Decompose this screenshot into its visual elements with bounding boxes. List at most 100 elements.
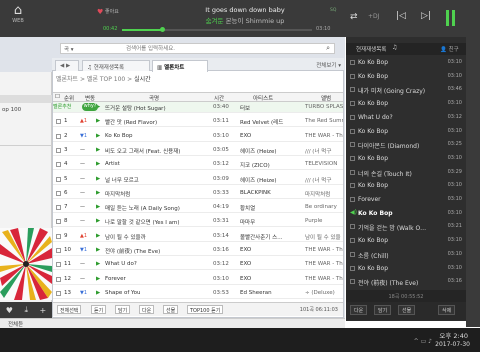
playlist-item[interactable]: Forever 03:10 [346,194,466,206]
play-icon[interactable]: ▶ [96,118,104,124]
play-icon[interactable]: ▶ [96,161,104,167]
playlist-item[interactable]: Ko Ko Bop 03:10 [346,98,466,110]
table-row[interactable]: 3 — ▶ 비도 오고 그래서 (Feat. 신용재) 03:05 헤이즈 (Heize)… [53,145,343,156]
playlist-item[interactable]: Ko Ko Bop 03:10 [346,180,466,192]
row-checkbox[interactable] [56,162,61,168]
row-artist[interactable]: 마마무 [240,218,302,226]
playlist-item-checkbox[interactable] [350,101,355,107]
playlist-item[interactable]: 내가 미쳐 (Going Crazy) 03:46 [346,84,466,96]
playlist-item-checkbox[interactable] [350,279,355,285]
full-view-button[interactable]: 전체보기 ▾ [316,61,341,69]
table-row[interactable]: 1 ▲1 ▶ 빨간 맛 (Red Flavor) 03:11 Red Velvet (레드… [53,116,343,128]
play-icon[interactable]: ▶ [96,261,104,267]
row-title[interactable]: 남이 될 수 있을까 [105,233,203,241]
tab-nav-arrows[interactable]: ◀ ▶ [55,60,79,71]
row-title[interactable]: Forever [105,276,203,282]
heart-icon[interactable]: ♥ [6,306,13,315]
row-checkbox[interactable] [56,262,61,268]
playlist-item-checkbox[interactable] [350,224,355,230]
row-album[interactable]: 마지막처럼 [305,190,343,198]
left-item[interactable]: op 100 [0,107,52,115]
playlist-item[interactable]: Ko Ko Bop 03:10 [346,153,466,165]
search-scope-select[interactable]: 곡 ▾ [64,45,74,53]
dj-shuffle-button[interactable]: +DJ [368,13,379,20]
row-album[interactable]: Purple [305,218,343,224]
header-rank[interactable]: 순위 [64,94,74,102]
row-artist[interactable]: 헤이즈 (Heize) [240,176,302,184]
select-all-checkbox[interactable]: ☐ [55,94,60,100]
search-icon[interactable]: ⌕ [326,44,330,53]
row-artist[interactable]: 헤이즈 (Heize) [240,147,302,155]
table-row[interactable]: 6— ▶ 마지막처럼 03:33 BLACKPINK 마지막처럼 [53,188,343,199]
progress-bar[interactable] [122,29,312,31]
top100-listen-button[interactable]: TOP100 듣기 [187,305,224,314]
tray-icons[interactable]: ^ ▭ ♪ [414,338,432,345]
download-button[interactable]: 다운 [139,305,155,314]
row-album[interactable]: /// (너 먹구 [305,147,343,155]
row-album[interactable]: THE WAR - The [305,261,343,267]
row-title[interactable]: 나로 말할 것 같으면 (Yes I am) [105,218,203,226]
header-time[interactable]: 시간 [214,94,224,102]
playlist-item[interactable]: 소름 (Chill) 03:10 [346,249,466,261]
row-artist[interactable]: Ed Sheeran [240,290,302,296]
taskbar-date[interactable]: 2017-07-30 [435,341,470,348]
row-artist[interactable]: EXO [240,276,302,282]
add-icon[interactable]: + [40,306,47,315]
row-checkbox[interactable] [56,147,61,153]
playlist-item-checkbox[interactable] [350,114,355,120]
playlist-item[interactable]: Ko Ko Bop 03:10 [346,126,466,138]
header-change[interactable]: 변동 [85,94,95,102]
row-album[interactable]: ÷ (Deluxe) [305,290,343,296]
progress-knob[interactable] [160,27,165,32]
select-all-button[interactable]: 전체선택 [57,305,82,314]
row-title[interactable]: 전야 (前夜) (The Eve) [105,247,203,255]
header-title[interactable]: 곡명 [149,94,159,102]
table-row[interactable]: 5 — ▶ 널 너무 모르고 03:09 헤이즈 (Heize)/// (너 먹구 [53,174,343,185]
play-icon[interactable]: ▶ [96,133,104,139]
row-checkbox[interactable] [56,248,61,253]
table-row[interactable]: 8 — ▶ 나로 말할 것 같으면 (Yes I am) 03:31 마마무 Purple [53,216,343,228]
playlist-gift-button[interactable]: 선물 [398,305,416,315]
playlist-tab-friends[interactable]: 👤 친구 [440,45,459,53]
playlist-item-checkbox[interactable] [350,183,355,189]
row-checkbox[interactable] [56,233,61,239]
row-album[interactable]: THE WAR - The [305,247,343,253]
row-checkbox[interactable] [56,219,61,225]
playlist-item-checkbox[interactable] [350,238,355,244]
playlist-item-checkbox[interactable] [350,60,355,65]
playlist-item-checkbox[interactable] [350,265,355,271]
pause-icon[interactable] [446,10,456,26]
row-title[interactable]: Ko Ko Bop [105,133,203,139]
playlist-tab-music[interactable]: ♫ [392,44,397,51]
play-icon[interactable]: ▶ [96,190,104,196]
tab-melon-chart[interactable]: ▥ 멜론차트 [152,60,208,72]
playlist-item-checkbox[interactable] [350,197,355,202]
playlist-item-checkbox[interactable] [350,251,355,257]
play-icon[interactable]: ▶ [96,176,104,182]
listen-button[interactable]: 듣기 [91,305,107,314]
playlist-item-checkbox[interactable] [350,155,355,161]
next-icon[interactable]: ▷| [421,11,431,21]
row-checkbox[interactable] [56,133,61,139]
download-icon[interactable]: ⤓ [24,305,28,315]
playlist-tab-current[interactable]: 현재재생목록 [356,45,386,53]
left-selected-item[interactable] [0,95,52,103]
why-button[interactable]: why? [82,103,98,111]
row-artist[interactable]: 볼빨간사춘기 스… [240,233,302,241]
row-checkbox[interactable] [56,119,61,125]
row-album[interactable]: The Red Summ [305,118,343,124]
web-home-button[interactable]: ⌂ WEB [6,4,30,34]
row-album[interactable]: Be ordinary [305,204,343,210]
row-artist[interactable]: EXO [240,247,302,253]
row-title[interactable]: 뜨거운 설탕 (Hot Sugar) [105,104,203,112]
add-button[interactable]: 담기 [115,305,131,314]
play-icon[interactable]: ▶ [96,147,104,153]
row-artist[interactable]: 황치열 [240,204,302,212]
play-icon[interactable]: ▶ [96,290,104,296]
table-row[interactable]: 11 — ▶ What U do? 03:12 EXO THE WAR - The [53,259,343,271]
playlist-item-checkbox[interactable] [350,87,355,93]
table-row[interactable]: 9 ▲1 ▶ 남이 될 수 있을까 03:14 볼빨간사춘기 스… 남이 될 수 있을 [53,231,343,242]
row-title[interactable]: 비도 오고 그래서 (Feat. 신용재) [105,147,203,155]
row-album[interactable]: /// (너 먹구 [305,176,343,184]
row-artist[interactable]: 터보 [240,104,302,112]
